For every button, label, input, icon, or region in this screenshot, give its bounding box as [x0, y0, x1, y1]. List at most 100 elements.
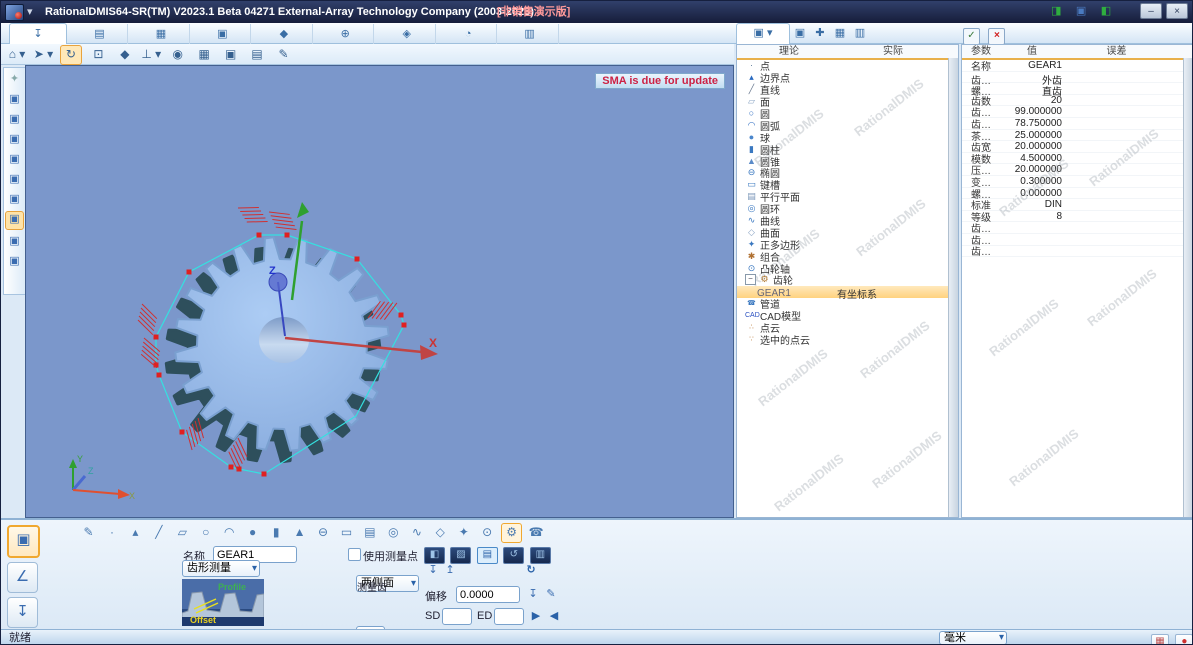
tab-probe-small[interactable]: ✚ — [810, 23, 830, 43]
tab-device[interactable]: ⊕ — [317, 24, 375, 44]
play-back-icon[interactable]: ◀ — [546, 608, 562, 624]
tab-view[interactable]: ▣ — [194, 24, 252, 44]
cad-select-edge-button[interactable]: ▣ — [6, 131, 23, 148]
ed-input[interactable] — [494, 608, 524, 625]
probe-change-icon[interactable]: ◧ — [1101, 5, 1111, 17]
feature-probe-icon[interactable]: ✎ — [79, 523, 98, 541]
play-forward-icon[interactable]: ▶ — [528, 608, 544, 624]
probe-button[interactable]: ↧ — [7, 597, 38, 628]
probe-angle-icon[interactable]: ↥ — [442, 562, 458, 578]
circle-icon[interactable]: ○ — [196, 523, 215, 541]
param-header-value[interactable]: 值 — [1002, 45, 1062, 58]
tree-item[interactable]: ╱ 直线 — [737, 84, 958, 97]
rotate-icon[interactable]: ↻ — [523, 562, 539, 578]
window-switch-icon[interactable]: ▣ — [1076, 5, 1086, 17]
app-logo-icon[interactable] — [5, 4, 24, 21]
clipboard-button[interactable]: ▤ — [247, 45, 267, 63]
cad-pick-point-button[interactable]: ▣ — [6, 171, 23, 188]
tab-cube-small[interactable]: ▣ — [790, 23, 810, 43]
tab-report[interactable]: ▤ — [71, 24, 129, 44]
select-cursor-button[interactable]: ➤ ▾ — [33, 45, 53, 63]
param-header-error[interactable]: 误差 — [1074, 45, 1159, 58]
tab-rotate-view[interactable]: ↺ — [503, 547, 525, 564]
sd-input[interactable] — [442, 608, 472, 625]
tab-settings[interactable]: ▥ — [502, 24, 559, 44]
plane-icon[interactable]: ▱ — [173, 523, 192, 541]
annotate-button[interactable]: ✎ — [274, 45, 294, 63]
layers-button[interactable]: ▣ — [221, 45, 241, 63]
cad-pick-feature-button[interactable]: ▣ — [6, 191, 23, 208]
tree-item[interactable]: ∵ 选中的点云 — [737, 334, 958, 347]
tree-scrollbar[interactable] — [948, 58, 958, 517]
line-icon[interactable]: ╱ — [149, 523, 168, 541]
curve-icon[interactable]: ∿ — [407, 523, 426, 541]
tree-item-gear-group[interactable]: − ⚙ 齿轮 — [737, 274, 958, 287]
confirm-button[interactable]: ✓ — [963, 28, 980, 45]
surface-icon[interactable]: ◇ — [431, 523, 450, 541]
close-param-button[interactable]: × — [988, 28, 1006, 45]
tab-grid[interactable]: ▦ — [133, 24, 190, 44]
collapse-icon[interactable]: − — [745, 274, 756, 286]
offset-input[interactable] — [456, 586, 520, 603]
param-row[interactable]: 名称 GEAR1 — [962, 60, 1192, 73]
caliper-button[interactable]: ∠ — [7, 562, 38, 593]
torus-icon[interactable]: ◎ — [384, 523, 403, 541]
units-dropdown[interactable]: 毫米 — [939, 631, 1007, 644]
tab-time[interactable]: ◔ — [440, 24, 498, 44]
parallel-planes-icon[interactable]: ▤ — [360, 523, 379, 541]
tree-item[interactable]: ▱ 面 — [737, 96, 958, 109]
refresh-button[interactable]: ↻ — [59, 45, 82, 65]
cad-select-vertex-button[interactable]: ▣ — [6, 151, 23, 168]
polygon-icon[interactable]: ✦ — [454, 523, 473, 541]
cone-icon[interactable]: ▲ — [290, 523, 309, 541]
use-measure-points-checkbox[interactable] — [348, 548, 361, 561]
offset-edit-icon[interactable]: ✎ — [543, 586, 559, 602]
param-header-name[interactable]: 参数 — [962, 45, 1002, 58]
offset-measure-icon[interactable]: ↧ — [525, 586, 541, 602]
fill-button[interactable]: ◆ — [115, 45, 135, 63]
status-grid-icon[interactable]: ▦ — [1151, 634, 1169, 644]
close-button[interactable]: × — [1166, 3, 1188, 19]
boundary-point-icon[interactable]: ▴ — [126, 523, 145, 541]
zoom-region-button[interactable]: ⊡ — [88, 45, 108, 63]
controller-icon[interactable]: ◨ — [1051, 5, 1061, 17]
cad-measure-button[interactable]: ▣ — [5, 211, 24, 230]
tab-graphics[interactable]: ◆ — [256, 24, 313, 44]
3d-viewport[interactable]: Z X Y Z X SMA is due for update — [25, 65, 734, 518]
tab-tolerance[interactable]: ◈ — [379, 24, 436, 44]
tab-list-view[interactable]: ▤ — [476, 547, 498, 564]
view-button[interactable]: ◉ — [168, 45, 188, 63]
gear-icon[interactable]: ⚙ — [501, 523, 523, 543]
status-stop-icon[interactable]: ● — [1175, 634, 1192, 644]
cad-section-button[interactable]: ▣ — [6, 233, 23, 250]
sphere-icon[interactable]: ● — [243, 523, 262, 541]
param-row[interactable]: 齿… 外齿 — [962, 72, 1192, 87]
tree-header-actual[interactable]: 实际 — [841, 45, 945, 58]
home-button[interactable]: ⌂ ▾ — [7, 45, 27, 63]
ellipse-icon[interactable]: ⊖ — [314, 523, 333, 541]
arc-icon[interactable]: ◠ — [220, 523, 239, 541]
pin-icon[interactable]: ✦ — [6, 71, 23, 88]
param-row[interactable]: 齿… — [962, 246, 1192, 258]
tree-header-theory[interactable]: 理论 — [737, 45, 841, 58]
tab-features[interactable]: ▣ ▾ — [736, 23, 790, 44]
point-icon[interactable]: · — [102, 523, 121, 541]
cad-select-off-button[interactable]: ▣ — [6, 91, 23, 108]
probe-down-icon[interactable]: ↧ — [425, 562, 441, 578]
palette-button[interactable]: ▦ — [194, 45, 214, 63]
minimize-button[interactable]: – — [1140, 3, 1162, 19]
app-menu-button[interactable]: ▾ — [27, 2, 33, 22]
pipe-icon[interactable]: ☎ — [527, 523, 546, 541]
tab-probe[interactable]: ↧ — [9, 23, 67, 45]
tree-item[interactable]: ⊙ 凸轮轴 — [737, 262, 958, 276]
tree-item[interactable]: ◠ 圆弧 — [737, 119, 958, 133]
cam-icon[interactable]: ⊙ — [478, 523, 497, 541]
slot-icon[interactable]: ▭ — [337, 523, 356, 541]
measure-feature-button[interactable]: ▣ — [7, 525, 40, 558]
param-scrollbar[interactable] — [1183, 58, 1192, 517]
tab-basket-small[interactable]: ▦ — [830, 23, 850, 43]
cylinder-icon[interactable]: ▮ — [267, 523, 286, 541]
cad-select-face-button[interactable]: ▣ — [6, 111, 23, 128]
measure-type-dropdown[interactable]: 齿形测量 — [182, 560, 260, 577]
tab-monitor-small[interactable]: ▥ — [850, 23, 870, 43]
